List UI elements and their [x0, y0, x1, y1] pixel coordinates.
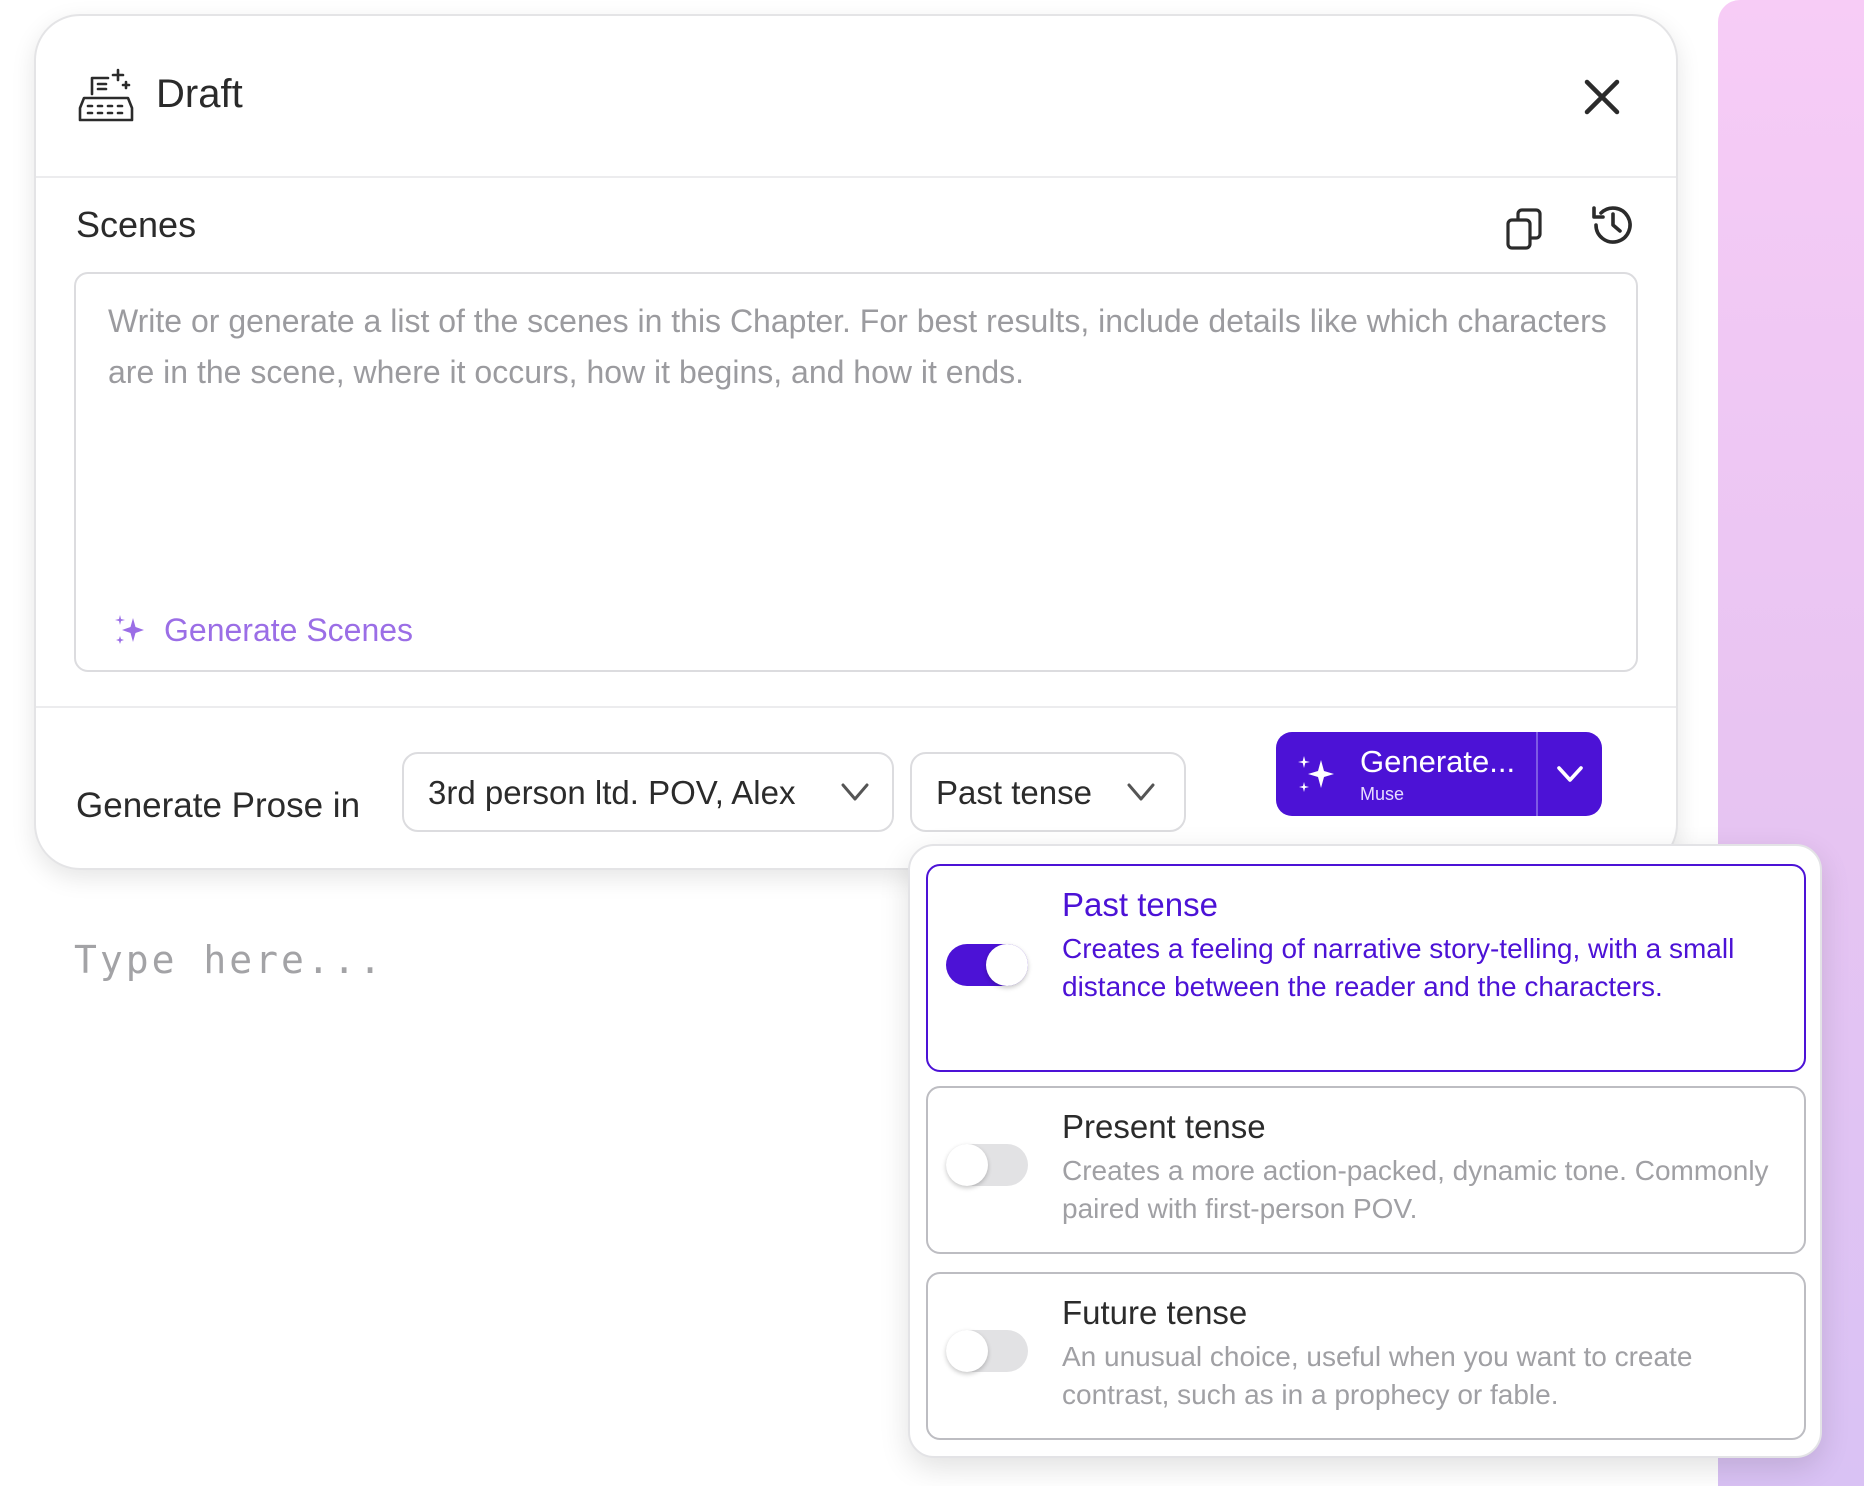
toggle-knob	[986, 944, 1028, 986]
typewriter-sparkle-icon	[78, 68, 134, 122]
option-title: Past tense	[1062, 886, 1218, 923]
past-tense-toggle[interactable]	[946, 944, 1028, 986]
sparkle-icon	[115, 615, 144, 644]
tense-dropdown: Past tense Creates a feeling of narrativ…	[908, 844, 1822, 1458]
chevron-down-icon	[1557, 766, 1583, 782]
pov-select-value: 3rd person ltd. POV, Alex	[428, 774, 796, 811]
option-title: Present tense	[1062, 1108, 1266, 1145]
option-description: Creates a feeling of narrative story-tel…	[1062, 933, 1735, 1002]
tense-option-future[interactable]: Future tense An unusual choice, useful w…	[926, 1272, 1806, 1440]
option-description: Creates a more action-packed, dynamic to…	[1062, 1155, 1769, 1224]
scenes-placeholder: Write or generate a list of the scenes i…	[108, 303, 1607, 390]
generate-scenes-label: Generate Scenes	[164, 611, 414, 648]
generate-button[interactable]: Generate... Muse	[1276, 732, 1536, 816]
scenes-label: Scenes	[76, 204, 197, 245]
tense-select-value: Past tense	[936, 774, 1092, 811]
generate-options-button[interactable]	[1538, 732, 1602, 816]
page-title: Draft	[156, 72, 243, 116]
generate-scenes-button[interactable]: Generate Scenes	[112, 608, 413, 652]
chevron-down-icon	[1127, 783, 1155, 801]
pov-select[interactable]: 3rd person ltd. POV, Alex	[402, 752, 894, 832]
sparkle-icon	[1298, 756, 1334, 792]
toggle-knob	[946, 1144, 988, 1186]
generate-prose-label: Generate Prose in	[76, 786, 361, 825]
generate-button-sublabel: Muse	[1360, 784, 1405, 804]
history-icon[interactable]	[1588, 200, 1638, 250]
toggle-knob	[946, 1330, 988, 1372]
close-icon[interactable]	[1581, 76, 1623, 118]
option-title: Future tense	[1062, 1294, 1248, 1331]
copy-icon[interactable]	[1502, 206, 1546, 252]
editor-input[interactable]: Type here...	[74, 938, 385, 982]
tense-select[interactable]: Past tense	[910, 752, 1186, 832]
divider	[36, 706, 1676, 708]
generate-button-label: Generate...	[1360, 744, 1516, 779]
tense-option-past[interactable]: Past tense Creates a feeling of narrativ…	[926, 864, 1806, 1072]
future-tense-toggle[interactable]	[946, 1330, 1028, 1372]
present-tense-toggle[interactable]	[946, 1144, 1028, 1186]
option-description: An unusual choice, useful when you want …	[1062, 1341, 1693, 1410]
card-header: Draft	[36, 16, 1676, 178]
tense-option-present[interactable]: Present tense Creates a more action-pack…	[926, 1086, 1806, 1254]
scenes-textarea[interactable]: Write or generate a list of the scenes i…	[74, 272, 1638, 672]
chevron-down-icon	[841, 783, 869, 801]
